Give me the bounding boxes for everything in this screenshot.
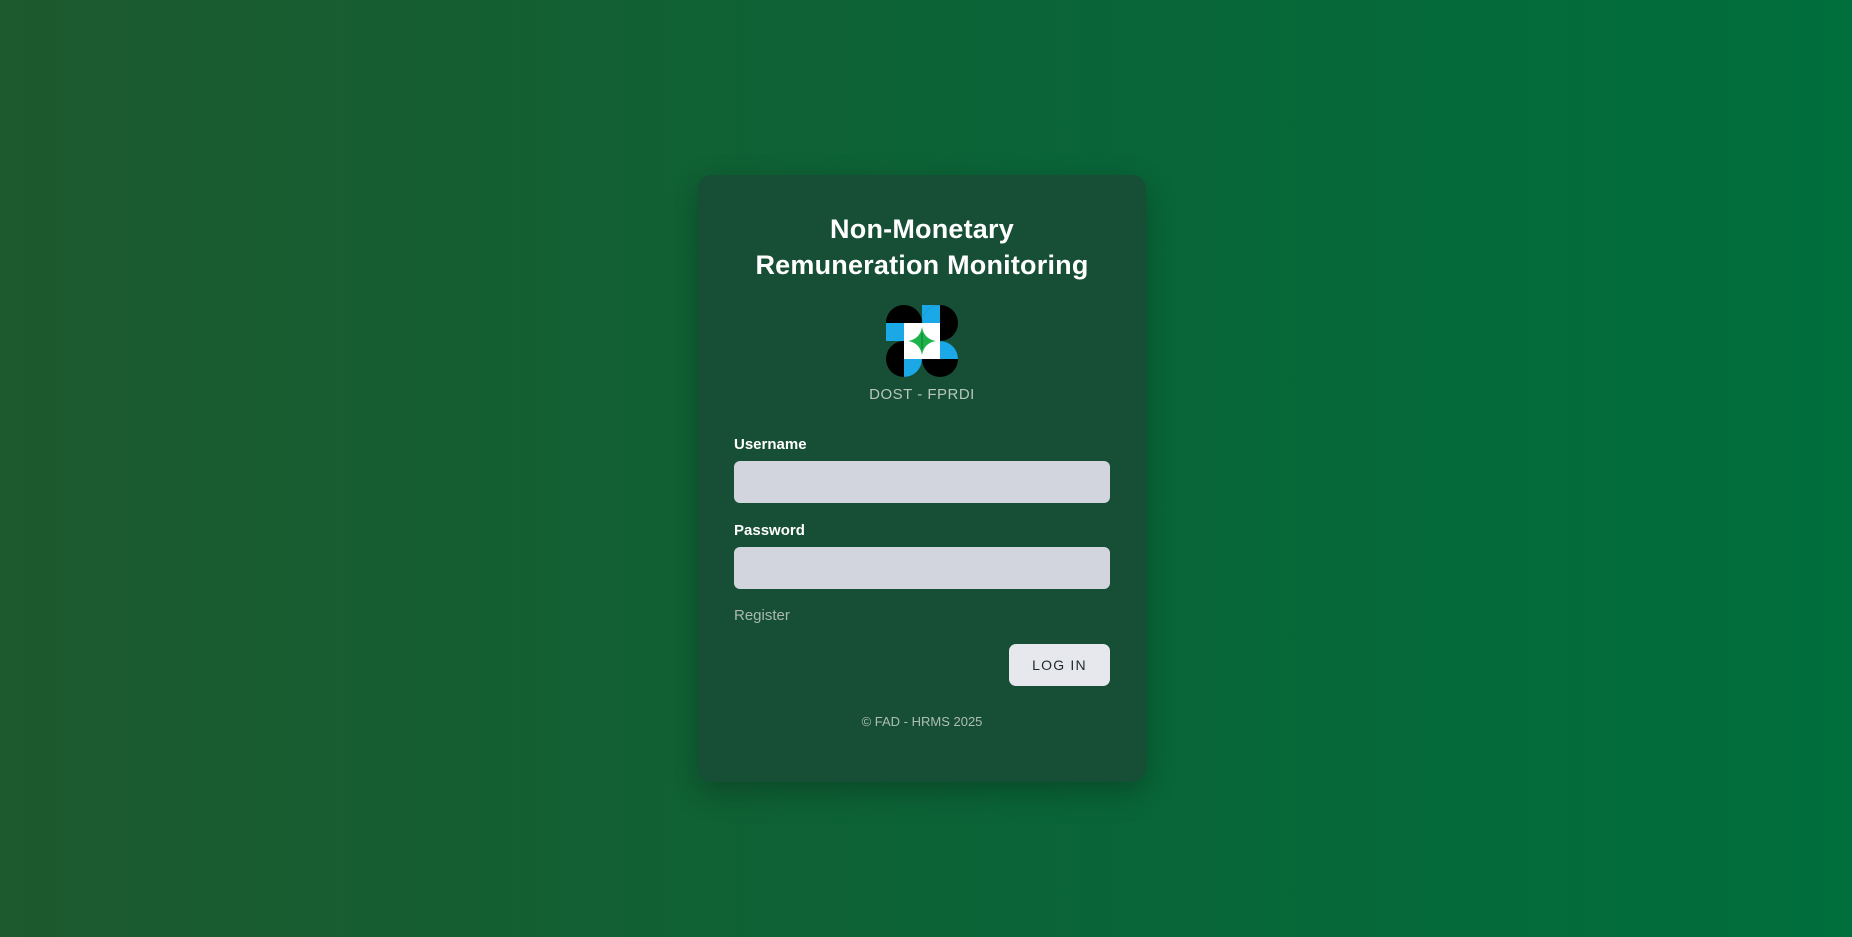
login-card: Non-Monetary Remuneration Monitoring DOS… [698, 175, 1146, 782]
login-button[interactable]: LOG IN [1009, 644, 1110, 686]
form-actions: LOG IN [734, 644, 1110, 686]
title-line-1: Non-Monetary [830, 214, 1014, 244]
username-field[interactable] [734, 461, 1110, 503]
footer-copyright: © FAD - HRMS 2025 [861, 714, 983, 729]
title-line-2: Remuneration Monitoring [755, 250, 1089, 280]
page-title: Non-Monetary Remuneration Monitoring [734, 211, 1110, 283]
logo-container [734, 305, 1110, 377]
password-field[interactable] [734, 547, 1110, 589]
dost-logo-icon [886, 305, 958, 377]
username-label: Username [734, 436, 807, 453]
register-link[interactable]: Register [734, 607, 790, 624]
password-label: Password [734, 522, 805, 539]
organization-name: DOST - FPRDI [869, 386, 975, 403]
